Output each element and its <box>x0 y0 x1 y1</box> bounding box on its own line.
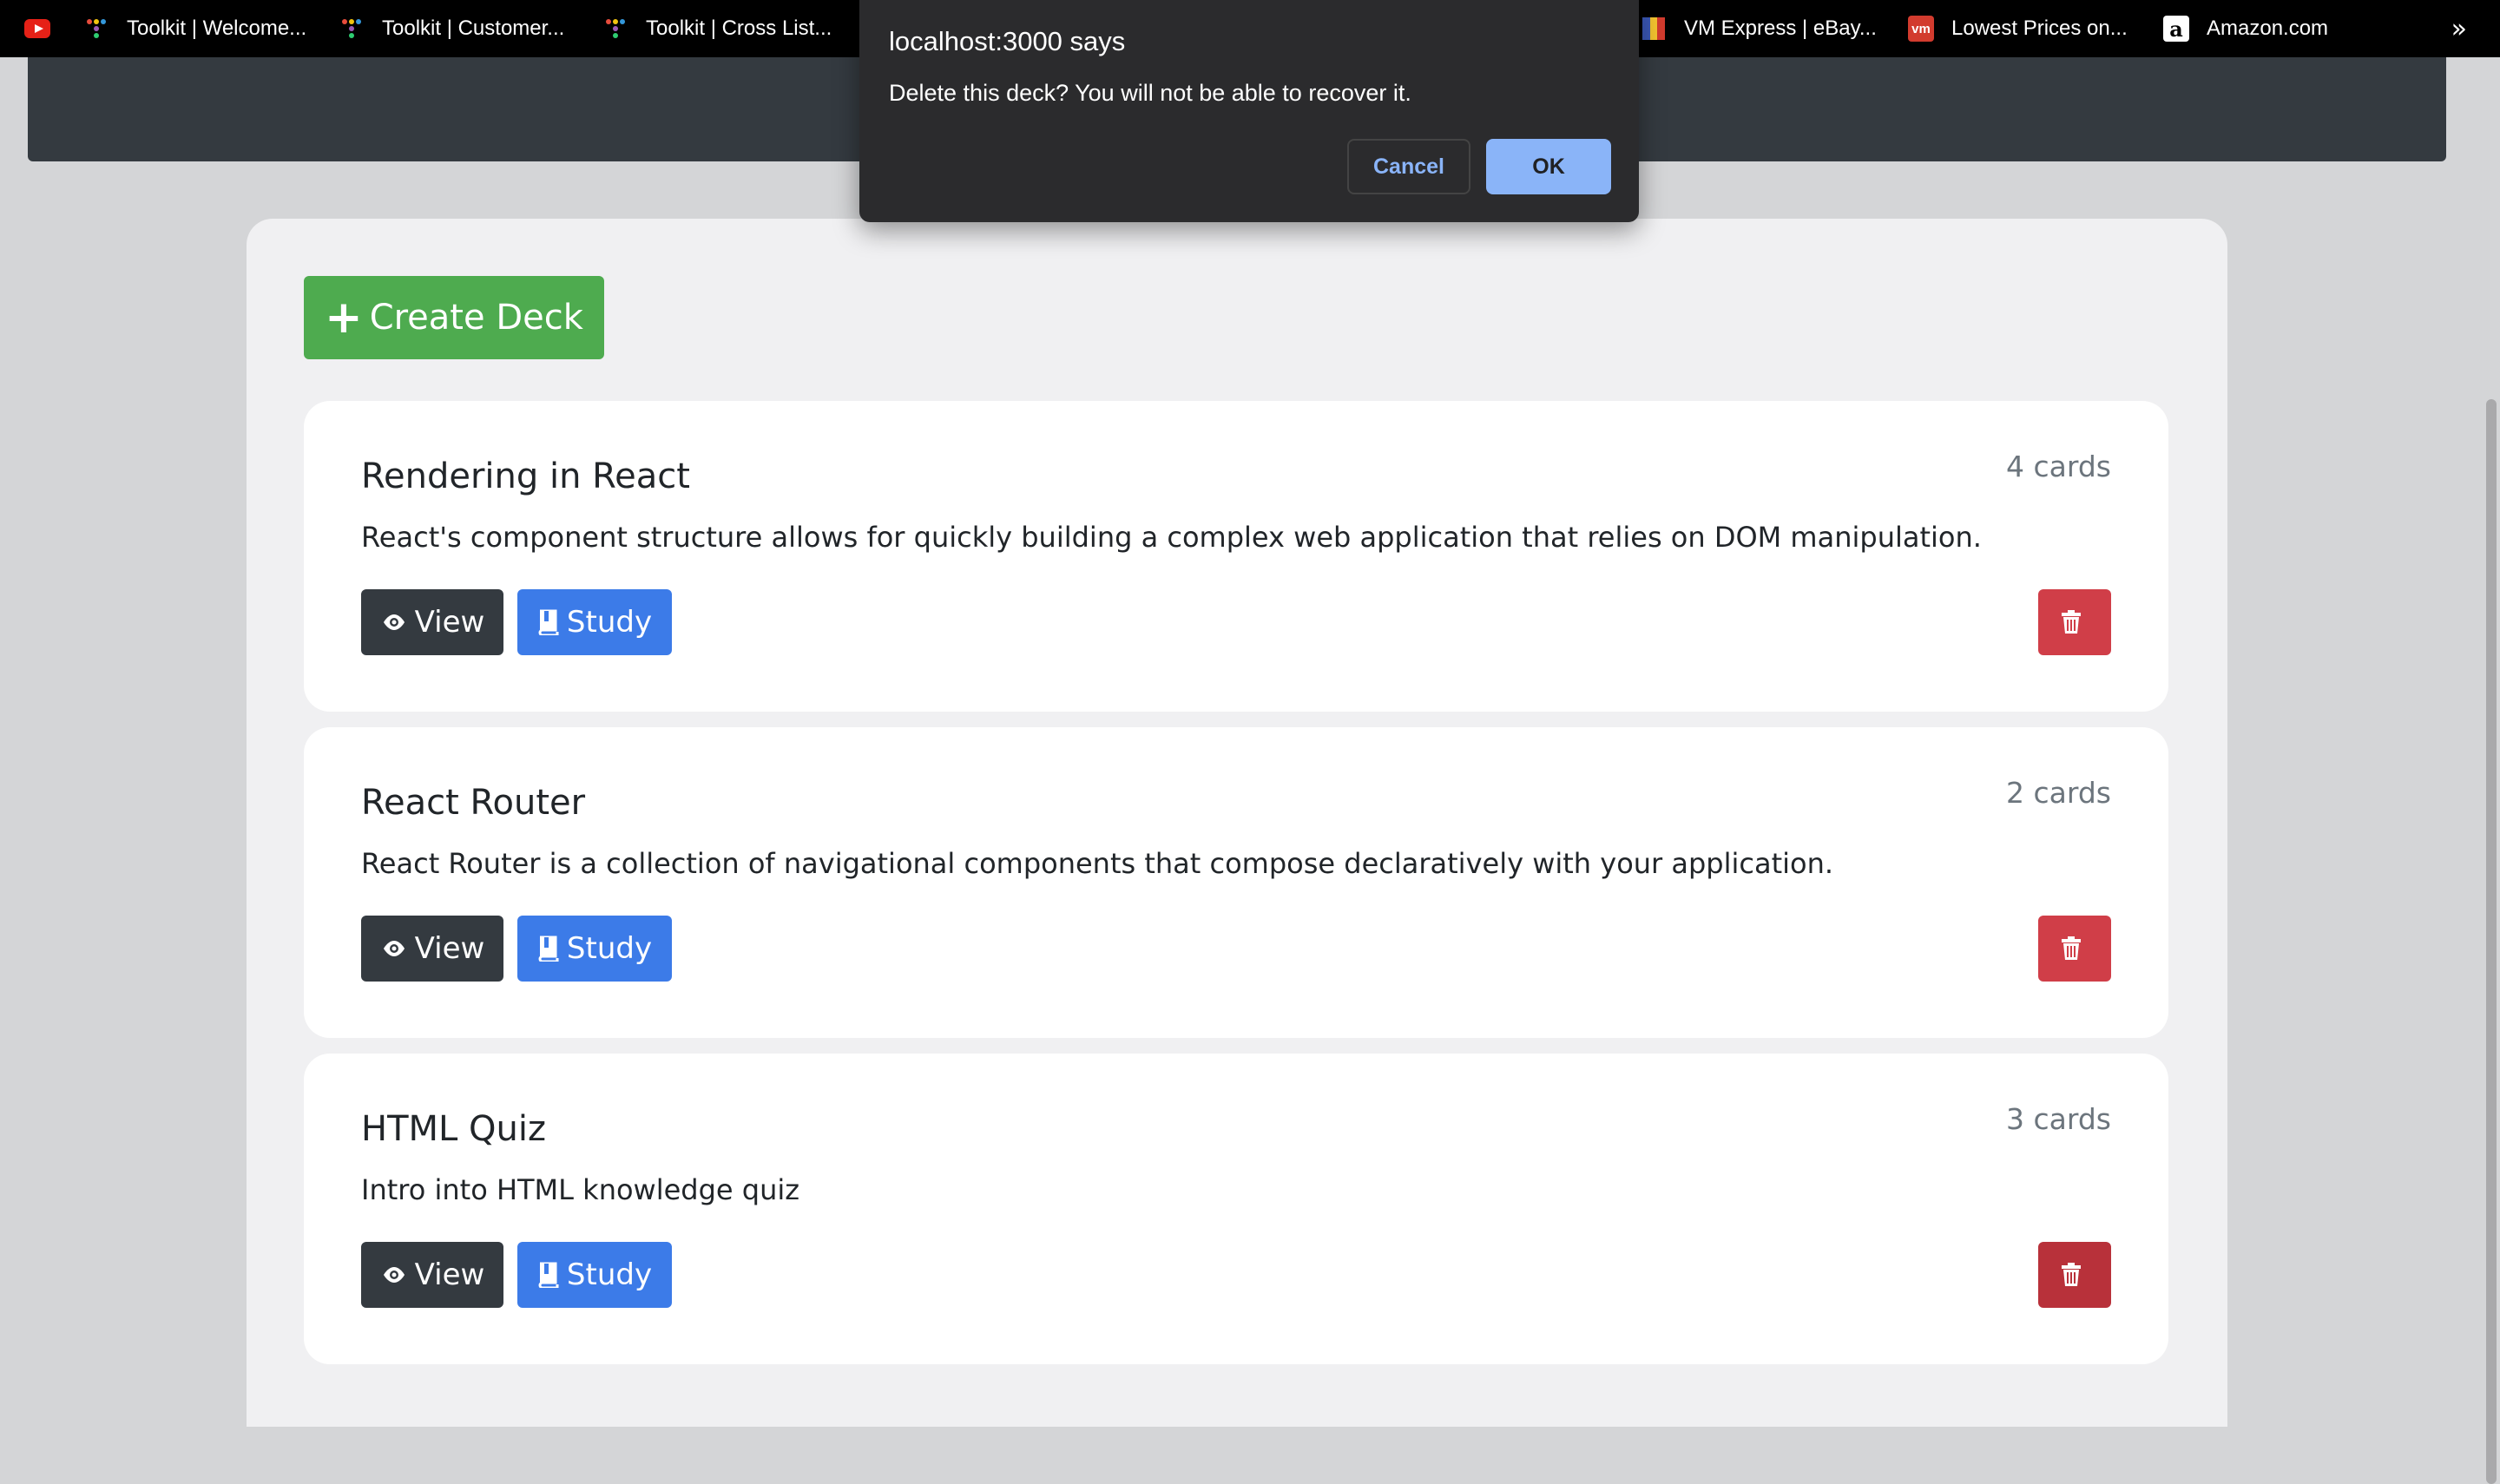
flag-icon <box>1641 16 1667 42</box>
deck-title: HTML Quiz <box>361 1109 546 1149</box>
plus-icon: + <box>325 292 363 344</box>
study-label: Study <box>566 931 653 966</box>
eye-icon <box>383 614 405 630</box>
book-icon <box>538 609 559 635</box>
view-label: View <box>414 931 485 966</box>
deck-card: React Router 2 cards React Router is a c… <box>304 727 2168 1038</box>
bookmark-label: Toolkit | Cross List... <box>646 16 832 40</box>
book-icon <box>538 1262 559 1288</box>
view-button[interactable]: View <box>361 916 503 982</box>
deck-list-container: + Create Deck Rendering in React 4 cards… <box>247 219 2227 1427</box>
scrollbar-thumb[interactable] <box>2486 399 2497 1484</box>
delete-deck-button[interactable] <box>2038 1242 2111 1308</box>
deck-description: React's component structure allows for q… <box>361 521 1982 554</box>
deck-card: Rendering in React 4 cards React's compo… <box>304 401 2168 712</box>
toolkit-icon <box>339 16 365 42</box>
view-label: View <box>414 605 485 640</box>
deck-card: HTML Quiz 3 cards Intro into HTML knowle… <box>304 1054 2168 1364</box>
scrollbar-track[interactable] <box>2483 57 2500 1484</box>
deck-card-count: 4 cards <box>2006 450 2111 483</box>
bookmark-youtube[interactable] <box>24 0 68 57</box>
deck-title: React Router <box>361 783 586 823</box>
trash-icon <box>2062 936 2081 960</box>
dialog-title: localhost:3000 says <box>889 26 1126 56</box>
bookmark-vm-express[interactable]: VM Express | eBay... <box>1641 0 1877 57</box>
bookmark-label: Toolkit | Customer... <box>382 16 565 40</box>
create-deck-label: Create Deck <box>369 298 583 338</box>
eye-icon <box>383 1267 405 1283</box>
toolkit-icon <box>83 16 109 42</box>
bookmark-lowest-prices[interactable]: vm Lowest Prices on... <box>1908 0 2128 57</box>
view-label: View <box>414 1257 485 1292</box>
bookmark-label: Amazon.com <box>2207 16 2329 40</box>
bookmark-label: Lowest Prices on... <box>1951 16 2128 40</box>
dialog-message: Delete this deck? You will not be able t… <box>889 80 1411 106</box>
book-icon <box>538 936 559 962</box>
study-label: Study <box>566 605 653 640</box>
study-button[interactable]: Study <box>517 1242 672 1308</box>
bookmark-toolkit-crosslist[interactable]: Toolkit | Cross List... <box>602 0 832 57</box>
study-label: Study <box>566 1257 653 1292</box>
deck-card-count: 3 cards <box>2006 1102 2111 1136</box>
study-button[interactable]: Study <box>517 916 672 982</box>
eye-icon <box>383 941 405 956</box>
trash-icon <box>2062 1263 2081 1286</box>
delete-deck-button[interactable] <box>2038 589 2111 655</box>
view-button[interactable]: View <box>361 589 503 655</box>
create-deck-button[interactable]: + Create Deck <box>304 276 604 359</box>
deck-card-count: 2 cards <box>2006 776 2111 810</box>
study-button[interactable]: Study <box>517 589 672 655</box>
bookmark-label: VM Express | eBay... <box>1684 16 1877 40</box>
toolkit-icon <box>602 16 628 42</box>
amazon-icon: a <box>2163 16 2189 42</box>
youtube-icon <box>24 16 50 42</box>
bookmarks-overflow-button[interactable]: » <box>2451 0 2467 57</box>
deck-description: Intro into HTML knowledge quiz <box>361 1173 800 1206</box>
confirm-dialog: localhost:3000 says Delete this deck? Yo… <box>859 0 1639 222</box>
cancel-button[interactable]: Cancel <box>1347 139 1470 194</box>
delete-deck-button[interactable] <box>2038 916 2111 982</box>
bookmark-label: Toolkit | Welcome... <box>127 16 307 40</box>
deck-description: React Router is a collection of navigati… <box>361 847 1834 880</box>
deck-title: Rendering in React <box>361 456 690 496</box>
vm-icon: vm <box>1908 16 1934 42</box>
bookmark-toolkit-welcome[interactable]: Toolkit | Welcome... <box>83 0 306 57</box>
ok-button[interactable]: OK <box>1486 139 1611 194</box>
bookmark-amazon[interactable]: a Amazon.com <box>2163 0 2328 57</box>
trash-icon <box>2062 610 2081 634</box>
view-button[interactable]: View <box>361 1242 503 1308</box>
bookmark-toolkit-customer[interactable]: Toolkit | Customer... <box>339 0 564 57</box>
